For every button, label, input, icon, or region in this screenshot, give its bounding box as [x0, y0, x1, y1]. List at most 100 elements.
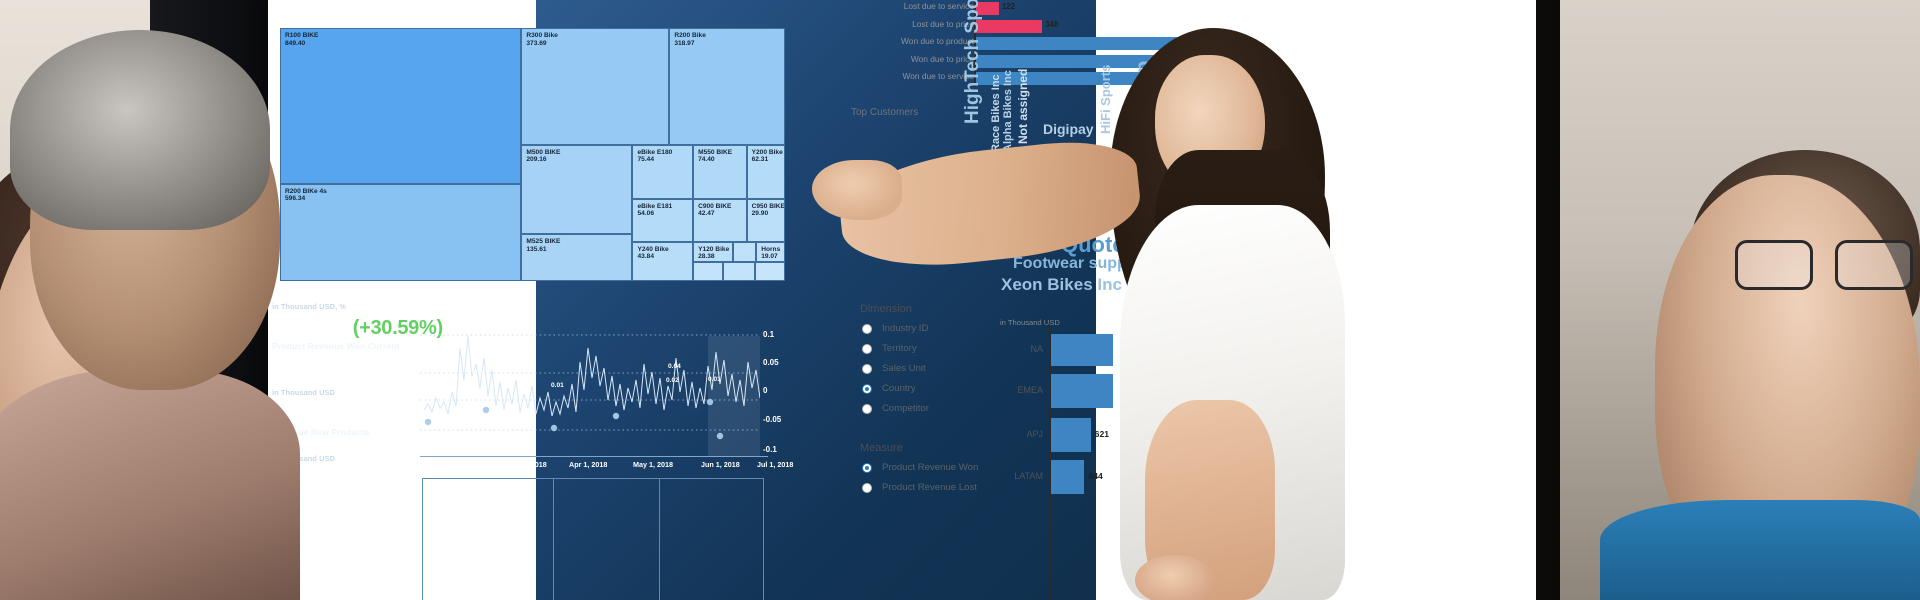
word-cloud-term[interactable]: Footwear supply — [1013, 256, 1140, 272]
word-cloud-term[interactable]: HiFi Sports — [1045, 216, 1130, 232]
treemap-tile[interactable]: R200 Bike 318.97 — [669, 28, 785, 145]
treemap-tile-label: R300 Bike — [526, 32, 558, 39]
dimension-option-radio[interactable] — [862, 404, 872, 414]
word-cloud-term[interactable]: Digipay — [1043, 122, 1094, 136]
table-column-divider — [659, 479, 660, 600]
revenue-sparkline[interactable] — [420, 318, 761, 458]
top-customers-title: Top Customers — [851, 107, 919, 118]
treemap-tile[interactable]: Horns 19.07 — [756, 241, 785, 263]
sparkline-x-label: Jul 1, 2018 — [757, 460, 794, 469]
sparkline-x-label: Mar 1, 2018 — [508, 460, 547, 469]
treemap-tile-label: M550 BIKE — [698, 148, 733, 156]
word-cloud-term[interactable]: p bike — [1055, 166, 1093, 179]
treemap-tile[interactable]: Y200 Bike 62.31 — [746, 144, 785, 199]
word-cloud-term[interactable]: HighTech Sports Inc. — [962, 0, 983, 124]
dimension-option-radio[interactable] — [862, 364, 872, 374]
reason-row[interactable]: Lost due to price 348 — [845, 18, 1265, 35]
word-cloud-term[interactable]: Xeon Bikes Inc — [1001, 276, 1122, 293]
region-label: APJ — [1026, 429, 1043, 439]
word-cloud-term[interactable]: Alpha Bikes Inc — [1002, 70, 1014, 152]
winloss-reasons-chart[interactable]: Lost due to service 122 Lost due to price 3… — [845, 0, 1265, 95]
dimension-option-radio[interactable] — [862, 384, 872, 394]
word-cloud-term[interactable]: ycleShop — [1132, 61, 1155, 154]
treemap-tile-value: 28.38 — [698, 253, 715, 261]
sparkline-x-label: Feb 1, 2018 — [447, 460, 486, 469]
treemap-tile-label: Y120 Bike — [698, 245, 730, 253]
region-chart-title: venue Won — [1240, 293, 1304, 307]
treemap-tile[interactable] — [723, 262, 755, 281]
region-bar[interactable] — [1051, 334, 1113, 366]
treemap-tile-label: C950 BIKE — [751, 202, 785, 210]
sparkline-point-label: 0.01 — [428, 378, 441, 385]
dimension-option-label[interactable]: Industry ID — [882, 323, 928, 334]
sparkline-point-label: 0.01 — [708, 376, 721, 383]
measure-option-radio[interactable] — [862, 463, 872, 473]
screenshot-root: Revenue and Growth R100 BIKE 849.40 R200 B… — [0, 0, 1920, 600]
treemap-tile[interactable]: eBike E180 75.44 — [632, 144, 694, 199]
treemap-tile-value: 75.44 — [637, 156, 654, 164]
measure-option-radio[interactable] — [862, 483, 872, 493]
revenue-treemap[interactable]: R100 BIKE 849.40 R200 BIKe 4s 596.34 R300 Bi… — [280, 28, 785, 281]
region-value: 621 — [1094, 429, 1110, 439]
reason-row[interactable]: Won due to price — [845, 53, 1265, 70]
treemap-tile[interactable]: Y120 Bike 28.38 — [693, 241, 734, 263]
dimension-option-radio[interactable] — [862, 344, 872, 354]
bottom-table[interactable] — [422, 478, 764, 600]
word-cloud-term[interactable]: Store — [1059, 198, 1095, 212]
treemap-tile-value: 135.61 — [526, 245, 547, 253]
dimension-option-label[interactable]: Country — [882, 383, 916, 394]
measure-option-label[interactable]: Product Revenue Won — [882, 462, 978, 473]
sparkline-x-label: Jan 1. — [424, 460, 445, 469]
dimension-option-label[interactable]: Competitor — [882, 403, 929, 414]
word-cloud-term[interactable]: Quotex — [1061, 234, 1137, 256]
treemap-tile-value: 42.47 — [698, 210, 715, 218]
treemap-tile-label: eBike E181 — [637, 202, 673, 210]
measure-title: Measure — [860, 442, 903, 454]
region-bar[interactable] — [1051, 460, 1085, 494]
treemap-tile[interactable]: M550 BIKE 74.40 — [693, 144, 747, 199]
treemap-tile[interactable]: R200 BIKe 4s 596.34 — [280, 183, 522, 281]
treemap-tile-value: 54.06 — [637, 210, 654, 218]
dimension-option-label[interactable]: Territory — [882, 343, 917, 354]
kpi-unit: in Thousand USD, % — [272, 302, 347, 311]
treemap-tile[interactable]: C900 BIKE 42.47 — [693, 198, 747, 242]
sparkline-x-axis — [420, 456, 768, 457]
treemap-tile[interactable]: M500 BIKE 209.16 — [521, 144, 633, 235]
reason-row[interactable]: Lost due to service 122 — [845, 0, 1265, 17]
treemap-tile[interactable]: M525 BIKE 135.61 — [521, 234, 633, 281]
measure-option-label[interactable]: Product Revenue Lost — [882, 482, 977, 493]
word-cloud-term[interactable]: HiFi Sports — [1098, 65, 1113, 134]
treemap-tile[interactable]: Y240 Bike 43.84 — [632, 241, 694, 281]
kpi-unit: in Thousand USD — [272, 388, 336, 397]
word-cloud-term[interactable]: WICHIT — [1173, 122, 1233, 139]
treemap-tile[interactable] — [754, 262, 785, 281]
region-label: EMEA — [1017, 385, 1043, 395]
treemap-tile-label: C900 BIKE — [698, 202, 732, 210]
treemap-tile[interactable]: R100 BIKE 849.40 — [280, 28, 522, 184]
sparkline-point-label: 0.03 — [472, 369, 485, 376]
treemap-tile-value: 19.07 — [761, 253, 778, 261]
top-customers-word-cloud[interactable]: HighTech Sports Inc. Race Bikes Inc Alpha … — [955, 0, 1245, 293]
kpi-value-row: 2,987.26 (+30.59%) — [272, 317, 443, 340]
word-cloud-term[interactable]: Not assigned — [1016, 69, 1030, 144]
treemap-tile[interactable] — [733, 241, 757, 263]
dimension-option-radio[interactable] — [862, 324, 872, 334]
word-cloud-term[interactable]: EBIKE36 — [1039, 144, 1097, 158]
reason-row[interactable]: Won due to product — [845, 35, 1265, 52]
treemap-tile[interactable]: C950 BIKE 29.90 — [746, 198, 785, 242]
reason-value: 122 — [1001, 2, 1015, 11]
treemap-tile[interactable]: eBike E181 54.06 — [632, 198, 694, 242]
treemap-tile-label: M500 BIKE — [526, 148, 561, 156]
treemap-tile-label: Y200 Bike — [751, 148, 783, 156]
treemap-tile-value: 849.40 — [285, 39, 306, 47]
treemap-tile[interactable]: R300 Bike 373.69 — [521, 28, 670, 145]
region-bar[interactable] — [1051, 418, 1091, 452]
word-cloud-term[interactable]: p bike — [1055, 182, 1093, 195]
treemap-tile[interactable] — [693, 262, 724, 281]
word-cloud-term[interactable]: Race Bikes Inc — [990, 74, 1002, 152]
region-bar[interactable] — [1051, 374, 1113, 408]
sparkline-y-label: 0.1 — [763, 330, 775, 339]
reason-row[interactable]: Won due to service 1,657 — [845, 70, 1265, 87]
word-cloud-term[interactable]: Customer — [1180, 141, 1191, 188]
dimension-option-label[interactable]: Sales Unit — [882, 363, 926, 374]
